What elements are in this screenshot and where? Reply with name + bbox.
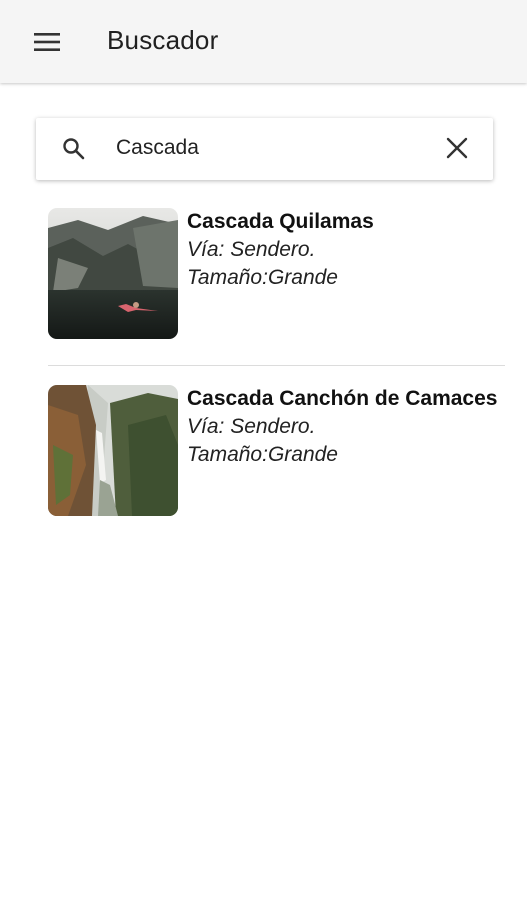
- result-via: Vía: Sendero.: [187, 415, 316, 438]
- result-thumbnail: [48, 385, 178, 516]
- hamburger-menu-icon: [34, 33, 60, 51]
- result-size: Tamaño:Grande: [187, 266, 338, 289]
- result-title: Cascada Quilamas: [187, 210, 374, 233]
- divider: [48, 365, 505, 366]
- app-bar: Buscador: [0, 0, 527, 83]
- result-title: Cascada Canchón de Camaces: [187, 387, 498, 410]
- result-via: Vía: Sendero.: [187, 238, 316, 261]
- menu-button[interactable]: [28, 26, 66, 58]
- search-input[interactable]: [116, 131, 426, 165]
- close-icon: [446, 137, 468, 159]
- page-title: Buscador: [107, 25, 219, 55]
- result-size: Tamaño:Grande: [187, 443, 338, 466]
- search-icon[interactable]: [61, 136, 87, 162]
- result-details: Cascada Quilamas Vía: Sendero. Tamaño:Gr…: [187, 208, 507, 292]
- result-thumbnail: [48, 208, 178, 339]
- clear-search-button[interactable]: [440, 131, 474, 165]
- result-details: Cascada Canchón de Camaces Vía: Sendero.…: [187, 385, 507, 469]
